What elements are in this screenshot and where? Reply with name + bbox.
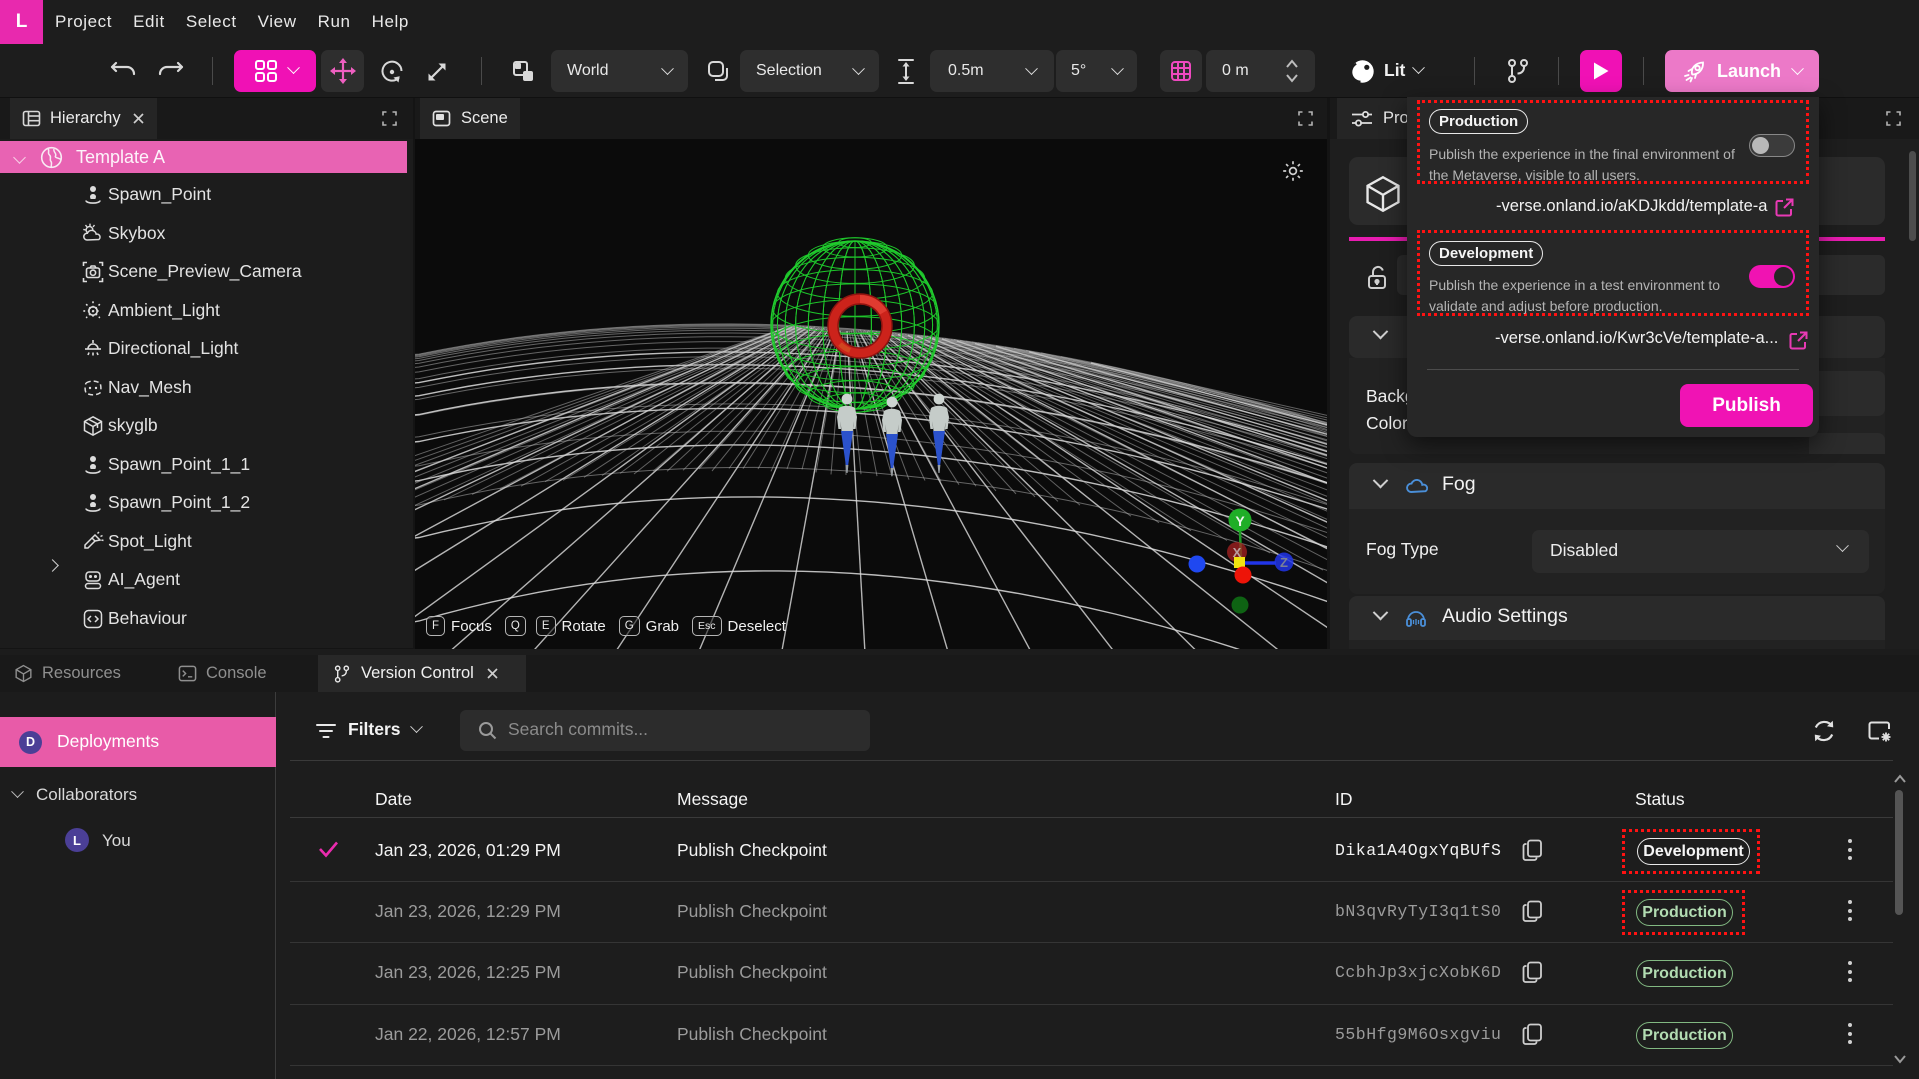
svg-text:Z: Z: [1280, 555, 1288, 570]
svg-text:Y: Y: [1235, 513, 1245, 529]
